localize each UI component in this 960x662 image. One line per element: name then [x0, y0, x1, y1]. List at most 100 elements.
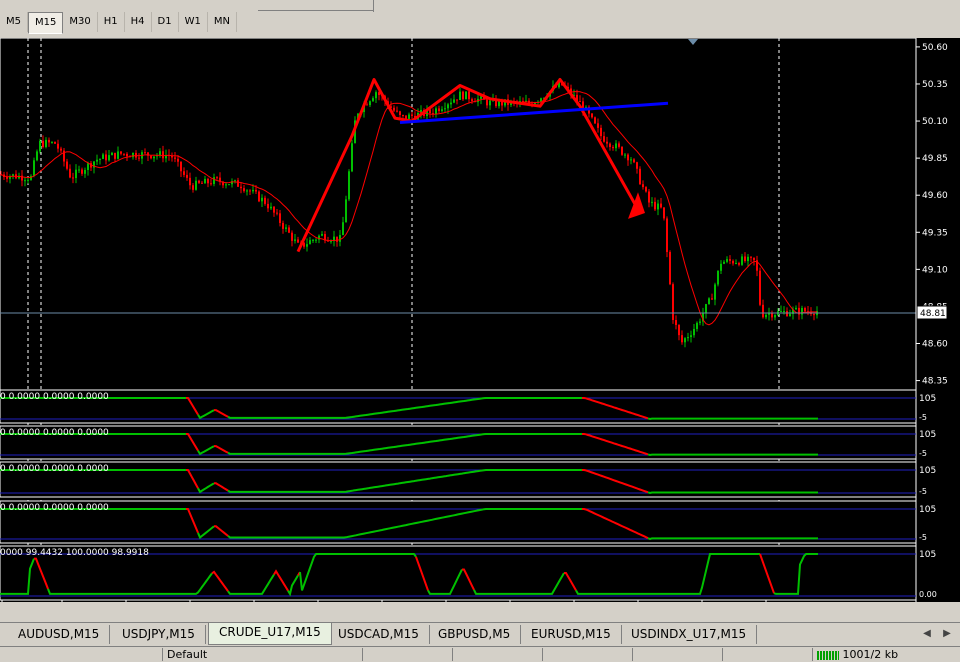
candle-body [711, 298, 713, 300]
candle-body [462, 91, 464, 100]
timeframe-w1[interactable]: W1 [179, 12, 208, 32]
candle-body [762, 304, 764, 318]
status-profile: Default [162, 648, 367, 661]
price-chart[interactable]: 50.6050.3550.1049.8549.6049.3549.1048.85… [0, 37, 960, 616]
candle-body [720, 263, 722, 271]
candle-body [342, 222, 344, 236]
candle-body [699, 321, 701, 323]
candle-body [651, 201, 653, 203]
toolbar-blank-area [373, 0, 960, 12]
indicator-axis-bottom-2: -5 [919, 487, 927, 496]
price-label-4: 49.60 [922, 191, 948, 201]
indicator-axis-bottom-3: -5 [919, 533, 927, 542]
indicator-panels: 0 0.0000 0.0000 0.0000 105 -5 0 0.0000 0.00… [0, 389, 937, 601]
candle-body [315, 239, 317, 241]
timeframe-d1[interactable]: D1 [152, 12, 179, 32]
candle-body [627, 154, 629, 161]
candle-body [714, 284, 716, 300]
candle-body [663, 207, 665, 219]
candle-body [693, 328, 695, 336]
candle-body [450, 102, 452, 105]
candle-body [393, 107, 395, 111]
candle-body [177, 158, 179, 162]
candle-body [636, 162, 638, 169]
chart-tabs-bar: AUDUSD,M15 USDJPY,M15 CRUDE_U17,M15 USDC… [0, 622, 960, 647]
candle-body [633, 159, 635, 163]
candle-body [780, 311, 782, 313]
candle-body [102, 154, 104, 159]
candle-body [813, 314, 815, 316]
candle-body [789, 313, 791, 317]
candle-body [189, 177, 191, 186]
candle-body [729, 259, 731, 261]
tabs-scroll-right-icon[interactable]: ▶ [940, 627, 954, 641]
candle-body [42, 140, 44, 148]
indicator-axis-top-2: 105 [919, 466, 936, 476]
timeframe-m5[interactable]: M5 [0, 12, 28, 32]
timeframe-mn[interactable]: MN [208, 12, 237, 32]
candle-body [249, 190, 251, 192]
tab-gbpusd[interactable]: GBPUSD,M5 [428, 625, 522, 644]
candle-body [225, 184, 227, 186]
candle-body [783, 310, 785, 312]
candle-body [606, 141, 608, 144]
candle-body [801, 308, 803, 315]
price-label-8: 48.60 [922, 340, 948, 350]
tab-crude[interactable]: CRUDE_U17,M15 [208, 623, 332, 645]
tab-audusd[interactable]: AUDUSD,M15 [8, 625, 111, 644]
candle-body [687, 337, 689, 339]
candle-body [765, 314, 767, 318]
candle-body [267, 203, 269, 209]
tabs-scroll-left-icon[interactable]: ◀ [920, 627, 934, 641]
indicator-label-3: 0 0.0000 0.0000 0.0000 [0, 503, 109, 513]
indicator-label-1: 0 0.0000 0.0000 0.0000 [0, 428, 109, 438]
tab-eurusd[interactable]: EURUSD,M15 [521, 625, 622, 644]
candle-body [465, 91, 467, 100]
candle-body [99, 158, 101, 160]
candle-body [639, 168, 641, 185]
candle-body [732, 260, 734, 264]
timeframe-m30[interactable]: M30 [63, 12, 98, 32]
candle-body [750, 256, 752, 258]
timeframe-h1[interactable]: H1 [98, 12, 125, 32]
candle-body [114, 152, 116, 159]
chart-window[interactable]: 50.6050.3550.1049.8549.6049.3549.1048.85… [0, 37, 960, 616]
candle-body [489, 100, 491, 106]
candle-body [645, 187, 647, 192]
candle-body [201, 182, 203, 184]
candle-body [270, 206, 272, 209]
candle-body [744, 256, 746, 262]
candle-body [753, 257, 755, 261]
indicator-panel-3 [0, 500, 917, 544]
candle-body [597, 123, 599, 128]
timeframe-h4[interactable]: H4 [125, 12, 152, 32]
candle-body [153, 156, 155, 159]
candle-body [84, 169, 86, 174]
indicator-label-2: 0 0.0000 0.0000 0.0000 [0, 464, 109, 474]
tab-usdcad[interactable]: USDCAD,M15 [328, 625, 430, 644]
candle-body [447, 104, 449, 109]
price-label-6: 49.10 [922, 265, 948, 275]
candle-body [273, 206, 275, 213]
status-cell-empty-4 [632, 648, 727, 661]
candle-body [246, 190, 248, 192]
status-cell-empty-1 [362, 648, 457, 661]
price-label-9: 48.35 [922, 377, 948, 387]
tab-usdindx[interactable]: USDINDX_U17,M15 [621, 625, 758, 644]
current-price-text: 48.81 [920, 309, 946, 319]
horizontal-scrollbar-area[interactable] [0, 603, 960, 621]
candle-body [240, 186, 242, 189]
candle-body [291, 232, 293, 241]
candle-body [108, 155, 110, 161]
candle-body [213, 177, 215, 184]
candle-body [591, 113, 593, 118]
candle-body [33, 160, 35, 176]
candle-body [459, 91, 461, 100]
candle-body [81, 169, 83, 174]
tab-usdjpy[interactable]: USDJPY,M15 [112, 625, 206, 644]
candle-body [351, 143, 353, 172]
price-axis: 50.6050.3550.1049.8549.6049.3549.1048.85… [915, 38, 948, 602]
indicator-axis-bottom-4: 0.00 [919, 590, 937, 599]
timeframe-m15[interactable]: M15 [28, 12, 64, 34]
candle-body [150, 155, 152, 159]
